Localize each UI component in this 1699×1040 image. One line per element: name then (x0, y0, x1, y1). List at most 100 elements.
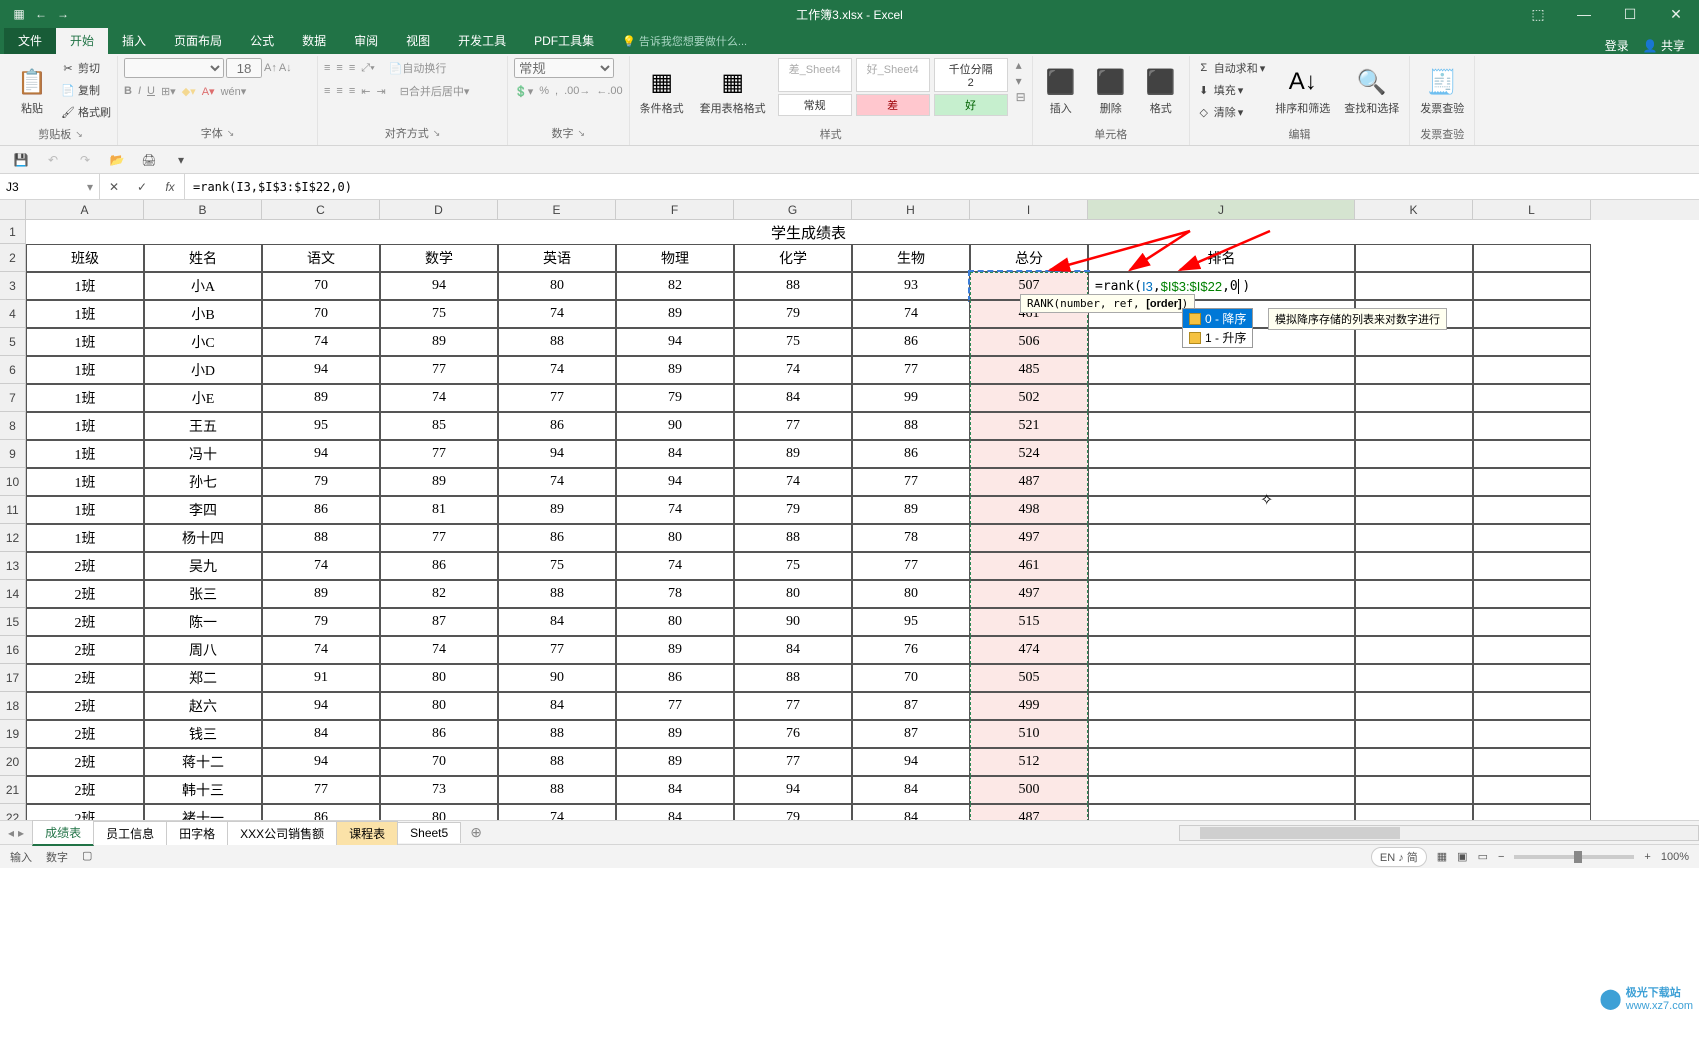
col-header-L[interactable]: L (1473, 200, 1591, 220)
row-header-6[interactable]: 6 (0, 356, 26, 384)
cell[interactable]: 赵六 (144, 692, 262, 720)
cell[interactable]: 韩十三 (144, 776, 262, 804)
cell[interactable]: 77 (380, 524, 498, 552)
zoom-level[interactable]: 100% (1661, 851, 1689, 863)
cell[interactable]: 89 (498, 496, 616, 524)
styles-more-icon[interactable]: ⊟ (1016, 90, 1026, 104)
tab-dev[interactable]: 开发工具 (444, 27, 520, 54)
formula-input[interactable]: =rank(I3,$I$3:$I$22,0) (185, 180, 1699, 194)
cell[interactable]: 94 (616, 468, 734, 496)
cell[interactable]: 94 (262, 440, 380, 468)
col-header-J[interactable]: J (1088, 200, 1355, 220)
tab-data[interactable]: 数据 (288, 27, 340, 54)
cell[interactable]: 小A (144, 272, 262, 300)
qat-customize-icon[interactable]: ▾ (170, 149, 192, 171)
cell[interactable] (1473, 244, 1591, 272)
cell[interactable] (1355, 776, 1473, 804)
cell[interactable]: 孙七 (144, 468, 262, 496)
cell[interactable]: 75 (734, 552, 852, 580)
style-chip-good[interactable]: 好 (934, 94, 1008, 116)
cell[interactable]: 77 (380, 356, 498, 384)
cut-button[interactable]: ✂剪切 (60, 58, 111, 78)
cell[interactable]: 94 (852, 748, 970, 776)
cell[interactable]: 91 (262, 664, 380, 692)
cell[interactable]: 褚十一 (144, 804, 262, 820)
cell[interactable]: 84 (616, 804, 734, 820)
cell[interactable]: 90 (616, 412, 734, 440)
currency-button[interactable]: 💲▾ (514, 85, 533, 98)
view-page-icon[interactable]: ▣ (1457, 850, 1467, 863)
cell[interactable]: 84 (852, 804, 970, 820)
share-link[interactable]: 👤 共享 (1643, 37, 1685, 54)
col-header-B[interactable]: B (144, 200, 262, 220)
row-header-11[interactable]: 11 (0, 496, 26, 524)
cell[interactable]: 2班 (26, 748, 144, 776)
cell[interactable]: 2班 (26, 608, 144, 636)
style-chip-3[interactable]: 千位分隔 2 (934, 58, 1008, 92)
row-header-17[interactable]: 17 (0, 664, 26, 692)
col-header-D[interactable]: D (380, 200, 498, 220)
row-header-12[interactable]: 12 (0, 524, 26, 552)
delete-cells-button[interactable]: ⬛删除 (1089, 58, 1133, 124)
cell[interactable]: 80 (734, 580, 852, 608)
fill-color-button[interactable]: ◆▾ (182, 85, 196, 98)
cell[interactable] (1088, 552, 1355, 580)
tab-insert[interactable]: 插入 (108, 27, 160, 54)
cell[interactable]: 74 (380, 636, 498, 664)
cell[interactable] (1355, 440, 1473, 468)
style-chip-normal[interactable]: 常规 (778, 94, 852, 116)
styles-down-icon[interactable]: ▾ (1016, 74, 1026, 88)
cell[interactable]: 88 (262, 524, 380, 552)
align-bottom-icon[interactable]: ≡ (349, 62, 355, 74)
cell[interactable] (1473, 720, 1591, 748)
cell[interactable] (1088, 468, 1355, 496)
align-middle-icon[interactable]: ≡ (336, 62, 342, 74)
row-header-9[interactable]: 9 (0, 440, 26, 468)
cell[interactable] (1088, 664, 1355, 692)
cell[interactable]: 物理 (616, 244, 734, 272)
cell[interactable] (1473, 552, 1591, 580)
cell[interactable]: 生物 (852, 244, 970, 272)
cell[interactable]: 521 (970, 412, 1088, 440)
align-left-icon[interactable]: ≡ (324, 85, 330, 97)
cell[interactable]: 497 (970, 524, 1088, 552)
cell[interactable]: 89 (852, 496, 970, 524)
cell[interactable]: 79 (616, 384, 734, 412)
cell[interactable]: 陈一 (144, 608, 262, 636)
clear-button[interactable]: ◇清除 ▾ (1196, 102, 1266, 122)
cell[interactable] (1473, 776, 1591, 804)
sheet-nav-last-icon[interactable]: ▸ (18, 826, 24, 840)
cell[interactable]: 75 (380, 300, 498, 328)
col-header-C[interactable]: C (262, 200, 380, 220)
cell[interactable]: 1班 (26, 440, 144, 468)
cell[interactable]: 郑二 (144, 664, 262, 692)
cell[interactable] (1088, 384, 1355, 412)
arrow-right-icon[interactable]: → (54, 5, 72, 23)
cell[interactable]: 1班 (26, 272, 144, 300)
cell[interactable]: 77 (380, 440, 498, 468)
cell[interactable]: 89 (734, 440, 852, 468)
cell[interactable]: 74 (734, 468, 852, 496)
cell[interactable] (1473, 580, 1591, 608)
cell[interactable]: 77 (498, 384, 616, 412)
cell[interactable] (1355, 356, 1473, 384)
cell[interactable] (1473, 412, 1591, 440)
cell[interactable]: 94 (262, 748, 380, 776)
cell[interactable] (1355, 636, 1473, 664)
invoice-button[interactable]: 🧾发票查验 (1416, 58, 1468, 124)
cell[interactable] (1088, 608, 1355, 636)
cell[interactable]: 杨十四 (144, 524, 262, 552)
font-name-select[interactable] (124, 58, 224, 78)
cell[interactable]: 89 (616, 720, 734, 748)
cell[interactable]: 88 (498, 580, 616, 608)
cell[interactable] (1088, 720, 1355, 748)
col-header-F[interactable]: F (616, 200, 734, 220)
view-normal-icon[interactable]: ▦ (1437, 850, 1447, 863)
cell[interactable]: 498 (970, 496, 1088, 524)
cell[interactable]: 84 (734, 384, 852, 412)
cell[interactable] (1355, 328, 1473, 356)
cell[interactable]: 94 (734, 776, 852, 804)
cell[interactable]: 姓名 (144, 244, 262, 272)
zoom-in-button[interactable]: + (1644, 851, 1650, 863)
cell[interactable] (1473, 524, 1591, 552)
